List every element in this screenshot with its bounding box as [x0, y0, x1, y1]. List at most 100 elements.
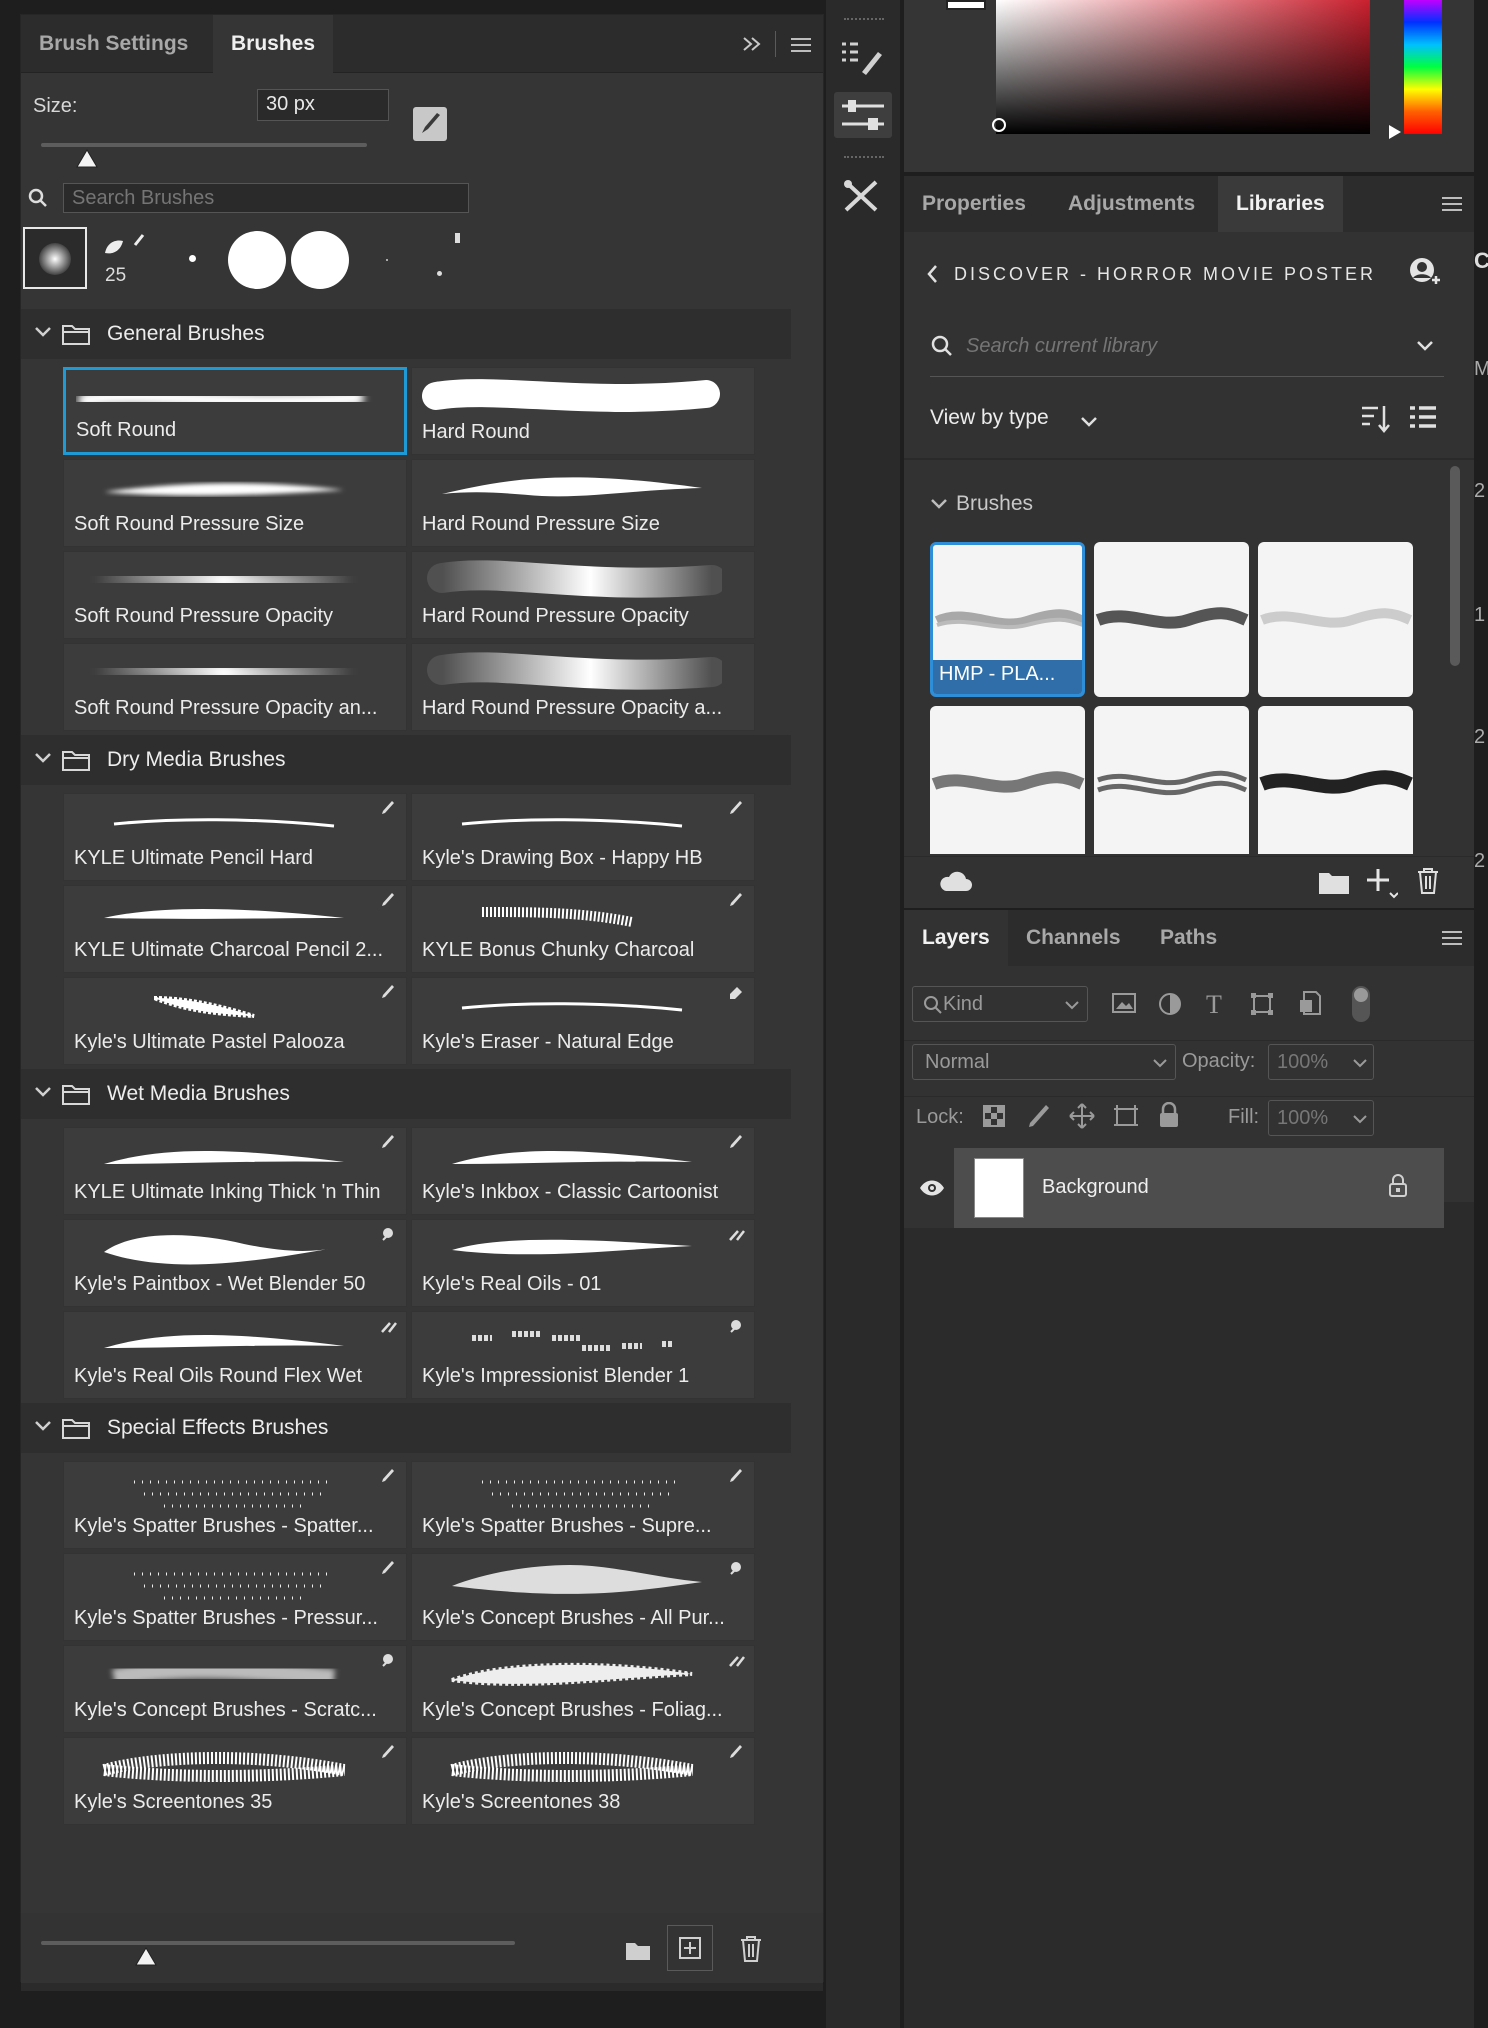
filter-pixel-icon[interactable] [1112, 992, 1136, 1014]
fill-input[interactable]: 100% [1268, 1100, 1374, 1136]
recent-brush-round-2[interactable] [289, 229, 349, 289]
strip-grip-2[interactable] [844, 156, 884, 160]
brush-tile[interactable]: Soft Round Pressure Size [63, 459, 407, 547]
brush-settings-toggle[interactable] [413, 107, 447, 141]
filter-type-icon[interactable]: T [1206, 990, 1222, 1020]
tab-paths[interactable]: Paths [1142, 910, 1235, 966]
library-brush-item[interactable] [1258, 542, 1413, 697]
tab-properties[interactable]: Properties [904, 176, 1044, 232]
brush-tile[interactable]: Kyle's Concept Brushes - All Pur... [411, 1553, 755, 1641]
brush-search-input[interactable] [63, 183, 469, 213]
brush-tile[interactable]: Hard Round [411, 367, 755, 455]
brush-tile[interactable]: Kyle's Eraser - Natural Edge [411, 977, 755, 1065]
tab-brushes[interactable]: Brushes [213, 15, 334, 73]
brush-tile[interactable]: Kyle's Real Oils - 01 [411, 1219, 755, 1307]
size-slider-handle[interactable] [76, 149, 98, 169]
view-chevron-icon[interactable] [1080, 416, 1098, 428]
library-brush-item[interactable] [930, 706, 1085, 854]
sort-icon[interactable] [1360, 404, 1390, 434]
layer-row-background[interactable]: Background [904, 1148, 1444, 1228]
recent-brush-dot[interactable] [165, 229, 221, 289]
thumb-size-slider[interactable] [41, 1941, 515, 1945]
search-scope-chevron-icon[interactable] [1416, 340, 1434, 352]
panel-menu-icon[interactable] [791, 37, 811, 53]
back-chevron-icon[interactable] [926, 264, 938, 284]
brush-tile[interactable]: Kyle's Concept Brushes - Foliag... [411, 1645, 755, 1733]
kind-filter-dropdown[interactable]: Kind [912, 986, 1088, 1022]
brush-tile[interactable]: Kyle's Spatter Brushes - Pressur... [63, 1553, 407, 1641]
color-picker-handle[interactable] [992, 118, 1006, 132]
panel-resize-grip[interactable] [21, 1983, 823, 1991]
brush-tile[interactable]: Soft Round Pressure Opacity [63, 551, 407, 639]
brush-group-header[interactable]: Dry Media Brushes [21, 735, 791, 785]
brush-tile[interactable]: Kyle's Concept Brushes - Scratc... [63, 1645, 407, 1733]
new-group-folder-icon[interactable] [625, 1939, 651, 1961]
opacity-input[interactable]: 100% [1268, 1044, 1374, 1080]
lock-transparency-icon[interactable] [982, 1104, 1006, 1128]
brush-tile[interactable]: Kyle's Ultimate Pastel Palooza [63, 977, 407, 1065]
brush-tile[interactable]: Kyle's Real Oils Round Flex Wet [63, 1311, 407, 1399]
strip-grip[interactable] [844, 18, 884, 22]
brush-settings-button[interactable] [834, 92, 892, 138]
size-input[interactable]: 30 px [257, 89, 389, 121]
blend-mode-dropdown[interactable]: Normal [912, 1044, 1176, 1080]
recent-brush-25[interactable]: 25 [99, 229, 155, 289]
section-chevron-icon[interactable] [930, 498, 948, 510]
brush-group-header[interactable]: General Brushes [21, 309, 791, 359]
library-add-icon[interactable] [1364, 865, 1398, 899]
brush-tile[interactable]: KYLE Ultimate Charcoal Pencil 2... [63, 885, 407, 973]
group-chevron-icon[interactable] [33, 1082, 53, 1102]
brush-tile[interactable]: KYLE Ultimate Pencil Hard [63, 793, 407, 881]
brush-group-header[interactable]: Special Effects Brushes [21, 1403, 791, 1453]
library-brush-item[interactable] [1094, 706, 1249, 854]
saturation-field[interactable] [996, 0, 1370, 134]
thumb-size-handle[interactable] [135, 1947, 157, 1967]
filter-adjustment-icon[interactable] [1158, 992, 1182, 1016]
trash-icon[interactable] [739, 1935, 763, 1963]
brush-tile[interactable]: Hard Round Pressure Size [411, 459, 755, 547]
layers-menu-icon[interactable] [1442, 930, 1462, 946]
tools-icon[interactable] [840, 176, 886, 216]
visibility-eye-icon[interactable] [918, 1178, 946, 1198]
group-chevron-icon[interactable] [33, 322, 53, 342]
recent-brush-round-1[interactable] [226, 229, 286, 289]
brush-tile[interactable]: Hard Round Pressure Opacity [411, 551, 755, 639]
library-folder-icon[interactable] [1318, 869, 1350, 895]
brush-tile[interactable]: KYLE Ultimate Inking Thick 'n Thin [63, 1127, 407, 1215]
brush-tile[interactable]: Soft Round [63, 367, 407, 455]
brush-tile[interactable]: Hard Round Pressure Opacity a... [411, 643, 755, 731]
brush-tile[interactable]: Kyle's Impressionist Blender 1 [411, 1311, 755, 1399]
brush-list-icon[interactable] [840, 38, 886, 78]
brush-tile[interactable]: Kyle's Spatter Brushes - Spatter... [63, 1461, 407, 1549]
library-trash-icon[interactable] [1416, 867, 1440, 895]
libraries-menu-icon[interactable] [1442, 196, 1462, 212]
collapse-icon[interactable] [741, 35, 763, 53]
tab-channels[interactable]: Channels [1008, 910, 1139, 966]
brush-group-header[interactable]: Wet Media Brushes [21, 1069, 791, 1119]
tab-adjustments[interactable]: Adjustments [1050, 176, 1213, 232]
recent-brush-soft[interactable] [23, 227, 87, 289]
library-brush-item[interactable] [1094, 542, 1249, 697]
size-slider-track[interactable] [41, 143, 367, 147]
lock-all-icon[interactable] [1158, 1102, 1180, 1128]
lock-pixels-icon[interactable] [1026, 1104, 1052, 1130]
filter-smart-object-icon[interactable] [1298, 990, 1322, 1016]
brush-tile[interactable]: Kyle's Paintbox - Wet Blender 50 [63, 1219, 407, 1307]
tab-libraries[interactable]: Libraries [1218, 176, 1343, 232]
foreground-swatch[interactable] [946, 0, 986, 10]
view-by-type-dropdown[interactable]: View by type [930, 406, 1049, 430]
filter-shape-icon[interactable] [1250, 992, 1274, 1016]
brush-tile[interactable]: KYLE Bonus Chunky Charcoal [411, 885, 755, 973]
tab-brush-settings[interactable]: Brush Settings [21, 15, 206, 73]
brush-tile[interactable]: Kyle's Screentones 35 [63, 1737, 407, 1825]
cloud-icon[interactable] [938, 869, 972, 893]
lock-artboard-icon[interactable] [1112, 1104, 1140, 1130]
filter-toggle[interactable] [1352, 986, 1370, 1022]
recent-brush-small[interactable] [361, 229, 417, 289]
hue-slider-handle[interactable] [1388, 124, 1402, 140]
group-chevron-icon[interactable] [33, 1416, 53, 1436]
invite-user-icon[interactable] [1408, 256, 1442, 290]
brush-tile[interactable]: Kyle's Inkbox - Classic Cartoonist [411, 1127, 755, 1215]
list-view-icon[interactable] [1408, 404, 1438, 434]
group-chevron-icon[interactable] [33, 748, 53, 768]
